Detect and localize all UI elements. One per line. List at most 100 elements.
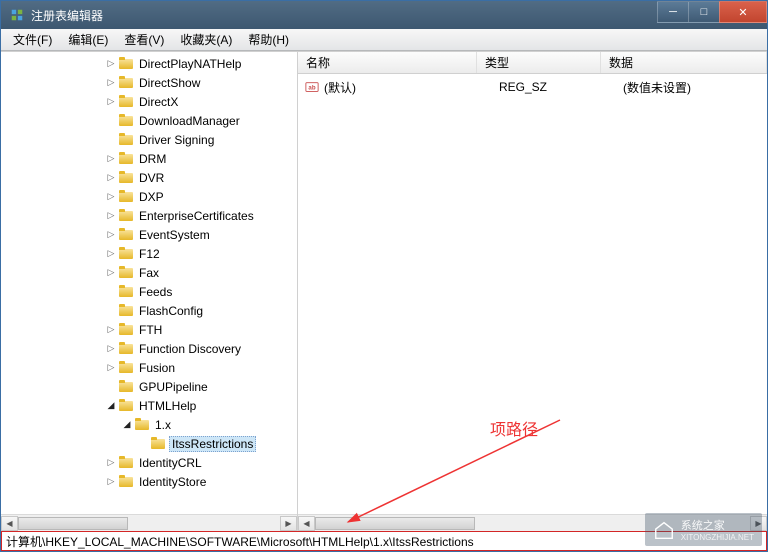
folder-icon	[119, 381, 133, 393]
tree-item-label: Fax	[137, 266, 161, 280]
titlebar[interactable]: 注册表编辑器 ─ □ ✕	[1, 1, 767, 29]
tree-item[interactable]: ▷Function Discovery	[9, 339, 297, 358]
tree-item[interactable]: GPUPipeline	[9, 377, 297, 396]
tree-item[interactable]: ▷ DirectX	[9, 92, 297, 111]
chevron-right-icon[interactable]: ▷	[105, 153, 117, 165]
regedit-icon	[9, 7, 25, 23]
scroll-thumb[interactable]	[315, 517, 475, 530]
value-data: (数值未设置)	[621, 79, 767, 96]
scroll-track[interactable]	[18, 516, 280, 531]
folder-icon	[119, 286, 133, 298]
folder-icon	[119, 324, 133, 336]
watermark-url: XITONGZHIJIA.NET	[681, 533, 754, 542]
chevron-down-icon[interactable]: ◢	[105, 400, 117, 412]
menu-edit[interactable]: 编辑(E)	[60, 29, 116, 50]
tree-item-label: IdentityStore	[137, 475, 208, 489]
watermark-icon	[653, 519, 675, 541]
tree-item[interactable]: FlashConfig	[9, 301, 297, 320]
tree-item-label: DirectShow	[137, 76, 202, 90]
twist-spacer	[137, 438, 149, 450]
tree-item[interactable]: ▷ DirectPlayNATHelp	[9, 54, 297, 73]
twist-spacer	[105, 305, 117, 317]
tree-item[interactable]: ▷ DRM	[9, 149, 297, 168]
chevron-right-icon[interactable]: ▷	[105, 191, 117, 203]
scroll-left-button[interactable]: ◀	[298, 516, 315, 531]
svg-text:ab: ab	[308, 85, 315, 92]
tree-item[interactable]: ▷ FTH	[9, 320, 297, 339]
chevron-right-icon[interactable]: ▷	[105, 210, 117, 222]
value-row[interactable]: ab (默认)REG_SZ(数值未设置)	[298, 78, 767, 96]
tree-item[interactable]: Feeds	[9, 282, 297, 301]
tree-item[interactable]: ◢1.x	[9, 415, 297, 434]
window-title: 注册表编辑器	[31, 7, 657, 24]
folder-icon	[119, 267, 133, 279]
tree-item-label: FTH	[137, 323, 164, 337]
chevron-right-icon[interactable]: ▷	[105, 324, 117, 336]
tree-pane: ▷ DirectPlayNATHelp ▷ DirectShow ▷ DirectX Dow…	[1, 52, 298, 531]
chevron-right-icon[interactable]: ▷	[105, 229, 117, 241]
scroll-thumb[interactable]	[18, 517, 128, 530]
chevron-right-icon[interactable]: ▷	[105, 172, 117, 184]
column-name[interactable]: 名称	[298, 52, 477, 73]
chevron-right-icon[interactable]: ▷	[105, 476, 117, 488]
column-data[interactable]: 数据	[601, 52, 767, 73]
chevron-right-icon[interactable]: ▷	[105, 58, 117, 70]
tree-item-label: FlashConfig	[137, 304, 205, 318]
tree-item[interactable]: ▷ EnterpriseCertificates	[9, 206, 297, 225]
value-list[interactable]: ab (默认)REG_SZ(数值未设置)	[298, 74, 767, 514]
maximize-button[interactable]: □	[688, 1, 720, 23]
tree-item-label: EventSystem	[137, 228, 212, 242]
menu-view[interactable]: 查看(V)	[116, 29, 172, 50]
chevron-right-icon[interactable]: ▷	[105, 362, 117, 374]
chevron-right-icon[interactable]: ▷	[105, 267, 117, 279]
tree-item[interactable]: ▷ DirectShow	[9, 73, 297, 92]
folder-icon	[151, 438, 165, 450]
tree-item[interactable]: Driver Signing	[9, 130, 297, 149]
scroll-left-button[interactable]: ◀	[1, 516, 18, 531]
column-type[interactable]: 类型	[477, 52, 601, 73]
chevron-down-icon[interactable]: ◢	[121, 419, 133, 431]
tree-item-label: Feeds	[137, 285, 174, 299]
tree-hscrollbar[interactable]: ◀ ▶	[1, 514, 297, 531]
tree-item-label: EnterpriseCertificates	[137, 209, 256, 223]
value-name: (默认)	[324, 79, 497, 96]
scroll-right-button[interactable]: ▶	[280, 516, 297, 531]
folder-icon	[119, 96, 133, 108]
tree-item[interactable]: ▷ IdentityCRL	[9, 453, 297, 472]
tree-item[interactable]: ▷ IdentityStore	[9, 472, 297, 491]
tree-item[interactable]: ▷DVR	[9, 168, 297, 187]
tree-item-label: IdentityCRL	[137, 456, 204, 470]
menu-file[interactable]: 文件(F)	[5, 29, 60, 50]
chevron-right-icon[interactable]: ▷	[105, 457, 117, 469]
tree-item-label: DRM	[137, 152, 168, 166]
minimize-button[interactable]: ─	[657, 1, 689, 23]
menu-help[interactable]: 帮助(H)	[240, 29, 297, 50]
tree-item[interactable]: ▷ F12	[9, 244, 297, 263]
folder-icon	[119, 134, 133, 146]
tree-item[interactable]: DownloadManager	[9, 111, 297, 130]
chevron-right-icon[interactable]: ▷	[105, 248, 117, 260]
tree-item[interactable]: ▷Fusion	[9, 358, 297, 377]
content: ▷ DirectPlayNATHelp ▷ DirectShow ▷ DirectX Dow…	[1, 51, 767, 531]
folder-icon	[119, 172, 133, 184]
tree-item-label: DirectPlayNATHelp	[137, 57, 243, 71]
tree-item[interactable]: ▷ Fax	[9, 263, 297, 282]
menu-favorites[interactable]: 收藏夹(A)	[172, 29, 240, 50]
tree-item-label: DirectX	[137, 95, 180, 109]
tree-item[interactable]: ▷ EventSystem	[9, 225, 297, 244]
chevron-right-icon[interactable]: ▷	[105, 77, 117, 89]
tree-item[interactable]: ItssRestrictions	[9, 434, 297, 453]
tree-item-label: F12	[137, 247, 162, 261]
folder-icon	[119, 343, 133, 355]
tree-item[interactable]: ◢HTMLHelp	[9, 396, 297, 415]
close-button[interactable]: ✕	[719, 1, 767, 23]
tree-view[interactable]: ▷ DirectPlayNATHelp ▷ DirectShow ▷ DirectX Dow…	[1, 52, 297, 514]
chevron-right-icon[interactable]: ▷	[105, 343, 117, 355]
folder-icon	[119, 457, 133, 469]
twist-spacer	[105, 381, 117, 393]
folder-icon	[119, 77, 133, 89]
chevron-right-icon[interactable]: ▷	[105, 96, 117, 108]
tree-item[interactable]: ▷DXP	[9, 187, 297, 206]
value-type: REG_SZ	[497, 80, 621, 94]
tree-item-label: Driver Signing	[137, 133, 216, 147]
